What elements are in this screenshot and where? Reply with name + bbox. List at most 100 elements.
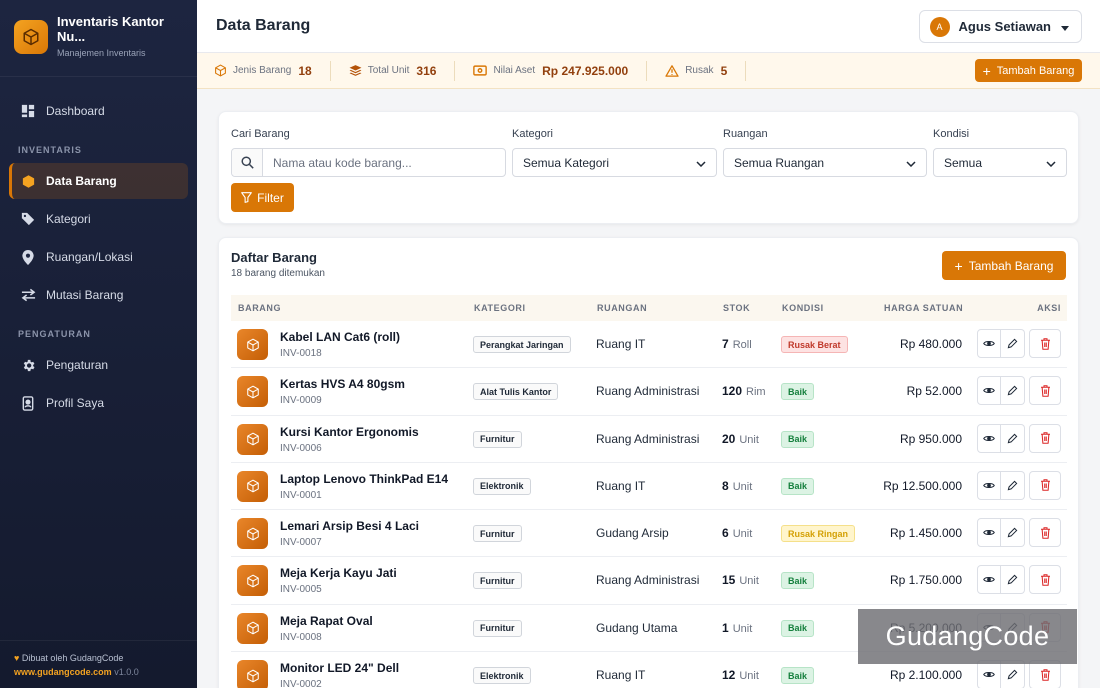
sidebar-item-profil[interactable]: Profil Saya [9,385,188,421]
trash-icon [1040,526,1051,539]
search-field[interactable] [231,148,506,177]
tag-icon [20,211,36,227]
pencil-icon [1007,527,1018,538]
caret-down-icon [1061,18,1069,36]
category-badge: Perangkat Jaringan [473,336,571,353]
box-icon [237,329,268,360]
row-actions [977,329,1061,358]
item-price: Rp 1.450.000 [889,526,962,541]
stat-nilai-aset: Nilai Aset Rp 247.925.000 [473,60,648,81]
view-button[interactable] [977,329,1001,358]
delete-button[interactable] [1029,376,1061,406]
filter-button[interactable]: Filter [231,183,294,212]
view-button[interactable] [977,470,1001,500]
condition-badge: Baik [781,619,815,637]
box-icon [237,565,268,597]
row-actions [977,518,1061,548]
delete-button[interactable] [1029,565,1061,595]
add-item-button[interactable]: + Tambah Barang [942,251,1066,280]
edit-button[interactable] [1001,329,1025,358]
stock-quantity: 7 [722,337,729,351]
edit-button[interactable] [1001,470,1025,500]
table-row: Lemari Arsip Besi 4 Laci INV-0007 Furnitur… [231,510,1067,558]
item-code: INV-0006 [280,442,322,454]
condition-badge: Baik [781,383,815,401]
item-name: Kabel LAN Cat6 (roll) [280,330,401,344]
item-room: Gudang Arsip [596,526,669,541]
delete-button[interactable] [1029,518,1061,548]
stat-value: 18 [298,63,312,78]
category-select[interactable]: Semua Kategori [512,148,717,177]
eye-icon [983,386,995,395]
item-stock: 15 Unit [722,573,759,587]
item-name: Lemari Arsip Besi 4 Laci [280,519,419,534]
eye-icon [983,434,995,443]
room-select[interactable]: Semua Ruangan [723,148,927,177]
item-room: Ruang IT [596,478,646,493]
sidebar-item-ruangan[interactable]: Ruangan/Lokasi [9,239,188,275]
stat-label: Jenis Barang [233,65,292,76]
item-room: Gudang Utama [596,620,678,635]
item-code: INV-0005 [280,584,322,596]
sidebar-item-data-barang[interactable]: Data Barang [9,163,188,199]
view-button[interactable] [977,565,1001,595]
trash-icon [1040,479,1051,492]
search-input[interactable] [263,155,493,170]
layers-icon [349,64,362,77]
user-menu-button[interactable]: A Agus Setiawan [918,10,1082,43]
condition-badge: Baik [781,477,815,495]
box-logo-icon [14,20,48,54]
column-header: KONDISI [782,303,824,313]
brand[interactable]: Inventaris Kantor Nu... Manajemen Invent… [0,0,197,77]
item-room: Ruang Administrasi [596,431,700,446]
delete-button[interactable] [1029,660,1061,688]
box-icon [237,660,268,688]
brand-subtitle: Manajemen Inventaris [57,48,146,58]
edit-button[interactable] [1001,376,1025,406]
footer-site-link[interactable]: www.gudangcode.com [14,667,112,677]
column-header: HARGA SATUAN [884,303,964,313]
delete-button[interactable] [1029,329,1061,358]
stock-quantity: 8 [722,478,729,493]
item-room: Ruang IT [596,337,646,351]
trash-icon [1040,337,1051,350]
condition-select[interactable]: Semua [933,148,1067,177]
sidebar-item-pengaturan[interactable]: Pengaturan [9,347,188,383]
edit-button[interactable] [1001,423,1025,453]
item-stock: 120 Rim [722,384,766,398]
edit-button[interactable] [1001,518,1025,548]
sidebar-footer: ♥ Dibuat oleh GudangCode www.gudangcode.… [0,640,197,688]
box-icon [20,173,36,189]
sidebar-item-dashboard[interactable]: Dashboard [9,93,188,129]
edit-button[interactable] [1001,565,1025,595]
dashboard-icon [20,103,36,119]
item-price: Rp 1.750.000 [889,573,962,588]
view-button[interactable] [977,660,1001,688]
pencil-icon [1007,433,1018,444]
stock-quantity: 15 [722,573,736,588]
money-icon [473,65,488,76]
condition-badge: Baik [781,667,815,685]
item-price: Rp 2.100.000 [889,668,962,683]
item-stock: 7 Roll [722,337,752,351]
delete-button[interactable] [1029,470,1061,500]
box-icon [237,612,268,644]
sidebar-item-label: Mutasi Barang [46,288,124,302]
sidebar-item-kategori[interactable]: Kategori [9,201,188,237]
category-badge: Furnitur [473,619,522,637]
sidebar-item-mutasi[interactable]: Mutasi Barang [9,277,188,313]
view-button[interactable] [977,518,1001,548]
stat-jenis-barang: Jenis Barang 18 [214,60,331,81]
delete-button[interactable] [1029,423,1061,453]
stock-unit: Roll [732,339,752,351]
add-item-button-top[interactable]: + Tambah Barang [975,59,1082,82]
edit-button[interactable] [1001,660,1025,688]
item-price: Rp 950.000 [899,431,962,446]
view-button[interactable] [977,376,1001,406]
stock-quantity: 120 [722,384,743,399]
trash-icon [1040,574,1051,586]
list-title: Daftar Barang [231,250,317,265]
view-button[interactable] [977,423,1001,453]
plus-icon: + [954,257,963,274]
item-code: INV-0018 [280,348,322,359]
